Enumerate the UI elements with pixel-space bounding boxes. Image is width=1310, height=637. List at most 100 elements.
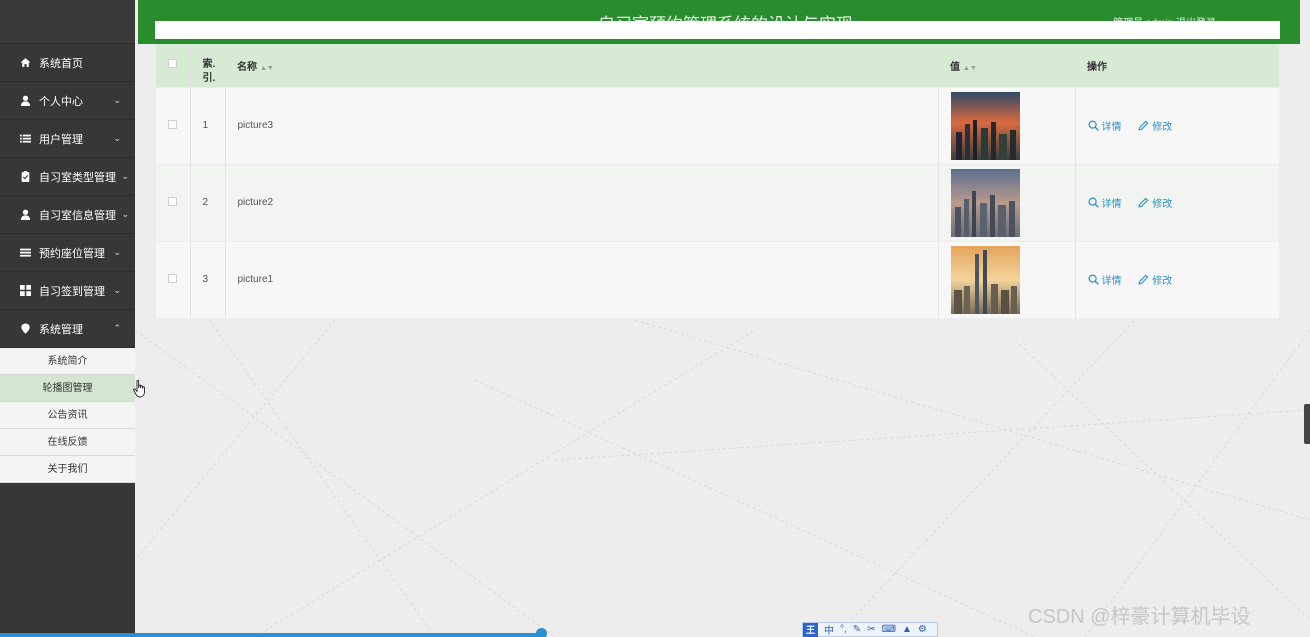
row-checkbox[interactable]	[168, 196, 177, 206]
column-header-action: 操作	[1075, 44, 1279, 87]
sidebar-item-label: 系统管理	[39, 323, 83, 336]
edit-button-label: 修改	[1152, 275, 1173, 287]
ime-toolbar[interactable]: 王 中 °, ✎ ✂ ⌨ ▲ ⚙	[802, 622, 938, 637]
keyboard-icon[interactable]: ⌨	[882, 624, 896, 635]
submenu-item-system-intro[interactable]: 系统简介	[0, 348, 135, 375]
row-index: 1	[190, 86, 226, 164]
edit-button[interactable]: 修改	[1138, 272, 1172, 287]
sidebar-item-user-management[interactable]: 用户管理 ⌄	[0, 120, 135, 158]
table-row: 2 picture2 详情 修改	[156, 163, 1279, 241]
column-header-value-label: 值	[950, 61, 960, 73]
sort-icon[interactable]: ▲▼	[963, 65, 977, 72]
carousel-thumbnail[interactable]	[950, 91, 1020, 160]
pencil-icon	[1138, 197, 1149, 208]
system-management-submenu: 系统简介 轮播图管理 公告资讯 在线反馈 关于我们	[0, 348, 135, 483]
sidebar-item-room-type-management[interactable]: 自习室类型管理 ⌄	[0, 158, 135, 196]
detail-button-label: 详情	[1101, 121, 1122, 133]
home-icon	[20, 57, 31, 68]
select-all-cell	[156, 44, 191, 87]
search-icon	[1087, 119, 1099, 131]
chevron-down-icon: ⌄	[121, 171, 129, 181]
row-select-cell	[156, 240, 191, 318]
progress-line	[0, 633, 540, 637]
chevron-down-icon: ⌄	[113, 95, 121, 105]
chevron-down-icon: ⌄	[121, 209, 129, 219]
sidebar-item-label: 自习签到管理	[39, 285, 105, 298]
sidebar-item-checkin-management[interactable]: 自习签到管理 ⌄	[0, 272, 135, 310]
row-image-cell	[938, 86, 1076, 164]
list-icon	[20, 133, 31, 144]
header-overlay-bar	[155, 21, 1280, 39]
sidebar-item-system-management[interactable]: 系统管理 ⌃	[0, 310, 135, 348]
grid-icon	[20, 285, 31, 296]
sidebar-item-label: 系统首页	[39, 57, 83, 70]
ime-logo: 王	[803, 622, 818, 637]
user-icon	[20, 95, 31, 106]
column-header-action-label: 操作	[1087, 61, 1107, 73]
row-name: picture1	[225, 240, 939, 318]
side-scroll-handle[interactable]	[1304, 404, 1310, 444]
search-icon	[1087, 196, 1099, 208]
row-actions: 详情 修改	[1075, 163, 1279, 241]
carousel-thumbnail[interactable]	[950, 168, 1020, 237]
pen-icon[interactable]: ✎	[853, 624, 861, 635]
hand-cursor-icon	[133, 380, 145, 398]
column-header-index: 索. 引.	[190, 44, 225, 87]
scissors-icon[interactable]: ✂	[867, 624, 875, 635]
detail-button[interactable]: 详情	[1087, 272, 1122, 287]
row-index: 3	[190, 240, 226, 318]
ime-mode[interactable]: 中	[824, 622, 834, 637]
sidebar-item-label: 预约座位管理	[39, 247, 105, 260]
submenu-item-announcements[interactable]: 公告资讯	[0, 402, 135, 429]
sidebar-item-label: 个人中心	[39, 95, 83, 108]
row-actions: 详情 修改	[1075, 86, 1279, 164]
gear-icon[interactable]: ⚙	[918, 624, 927, 635]
row-name: picture3	[225, 86, 939, 164]
submenu-item-feedback[interactable]: 在线反馈	[0, 429, 135, 456]
table-row: 3 picture1 详情 修改	[156, 240, 1279, 318]
clipboard-icon	[20, 171, 31, 182]
edit-button-label: 修改	[1152, 198, 1173, 210]
ime-punctuation-icon[interactable]: °,	[840, 624, 847, 635]
row-name: picture2	[225, 163, 939, 241]
edit-button-label: 修改	[1152, 121, 1173, 133]
sidebar-item-label: 自习室类型管理	[39, 171, 116, 184]
shirt-icon[interactable]: ▲	[902, 624, 912, 635]
detail-button[interactable]: 详情	[1087, 195, 1122, 210]
row-index: 2	[190, 163, 226, 241]
sidebar-item-seat-reservation-management[interactable]: 预约座位管理 ⌄	[0, 234, 135, 272]
location-icon	[20, 323, 31, 334]
column-header-name-label: 名称	[237, 61, 257, 73]
detail-button-label: 详情	[1101, 198, 1122, 210]
chevron-up-icon: ⌃	[113, 323, 121, 333]
select-all-checkbox[interactable]	[168, 59, 177, 69]
progress-handle[interactable]	[536, 628, 547, 637]
table-row: 1 picture3 详情 修改	[156, 86, 1279, 164]
sidebar-item-personal-center[interactable]: 个人中心 ⌄	[0, 82, 135, 120]
pencil-icon	[1138, 120, 1149, 131]
sidebar-item-home[interactable]: 系统首页	[0, 44, 135, 82]
chevron-down-icon: ⌄	[113, 285, 121, 295]
pencil-icon	[1138, 274, 1149, 285]
column-header-name[interactable]: 名称 ▲▼	[225, 44, 938, 87]
sidebar-item-room-info-management[interactable]: 自习室信息管理 ⌄	[0, 196, 135, 234]
top-header: 自习室预约管理系统的设计与实现 管理员 admin 退出登录	[138, 0, 1300, 44]
row-image-cell	[938, 163, 1076, 241]
carousel-thumbnail[interactable]	[950, 245, 1020, 314]
row-select-cell	[156, 163, 191, 241]
edit-button[interactable]: 修改	[1138, 118, 1172, 133]
row-select-cell	[156, 86, 191, 164]
detail-button[interactable]: 详情	[1087, 118, 1122, 133]
edit-button[interactable]: 修改	[1138, 195, 1172, 210]
submenu-item-carousel-management[interactable]: 轮播图管理	[0, 375, 135, 402]
column-header-value[interactable]: 值 ▲▼	[938, 44, 1075, 87]
sidebar-item-label: 自习室信息管理	[39, 209, 116, 222]
search-icon	[1087, 274, 1099, 285]
submenu-item-about-us[interactable]: 关于我们	[0, 456, 135, 483]
row-checkbox[interactable]	[168, 273, 177, 283]
column-header-index-label: 索. 引.	[202, 59, 216, 85]
row-checkbox[interactable]	[168, 119, 177, 129]
row-image-cell	[938, 240, 1076, 318]
sort-icon[interactable]: ▲▼	[260, 65, 274, 72]
table-header-row: 索. 引. 名称 ▲▼ 值 ▲▼ 操作	[156, 44, 1279, 87]
